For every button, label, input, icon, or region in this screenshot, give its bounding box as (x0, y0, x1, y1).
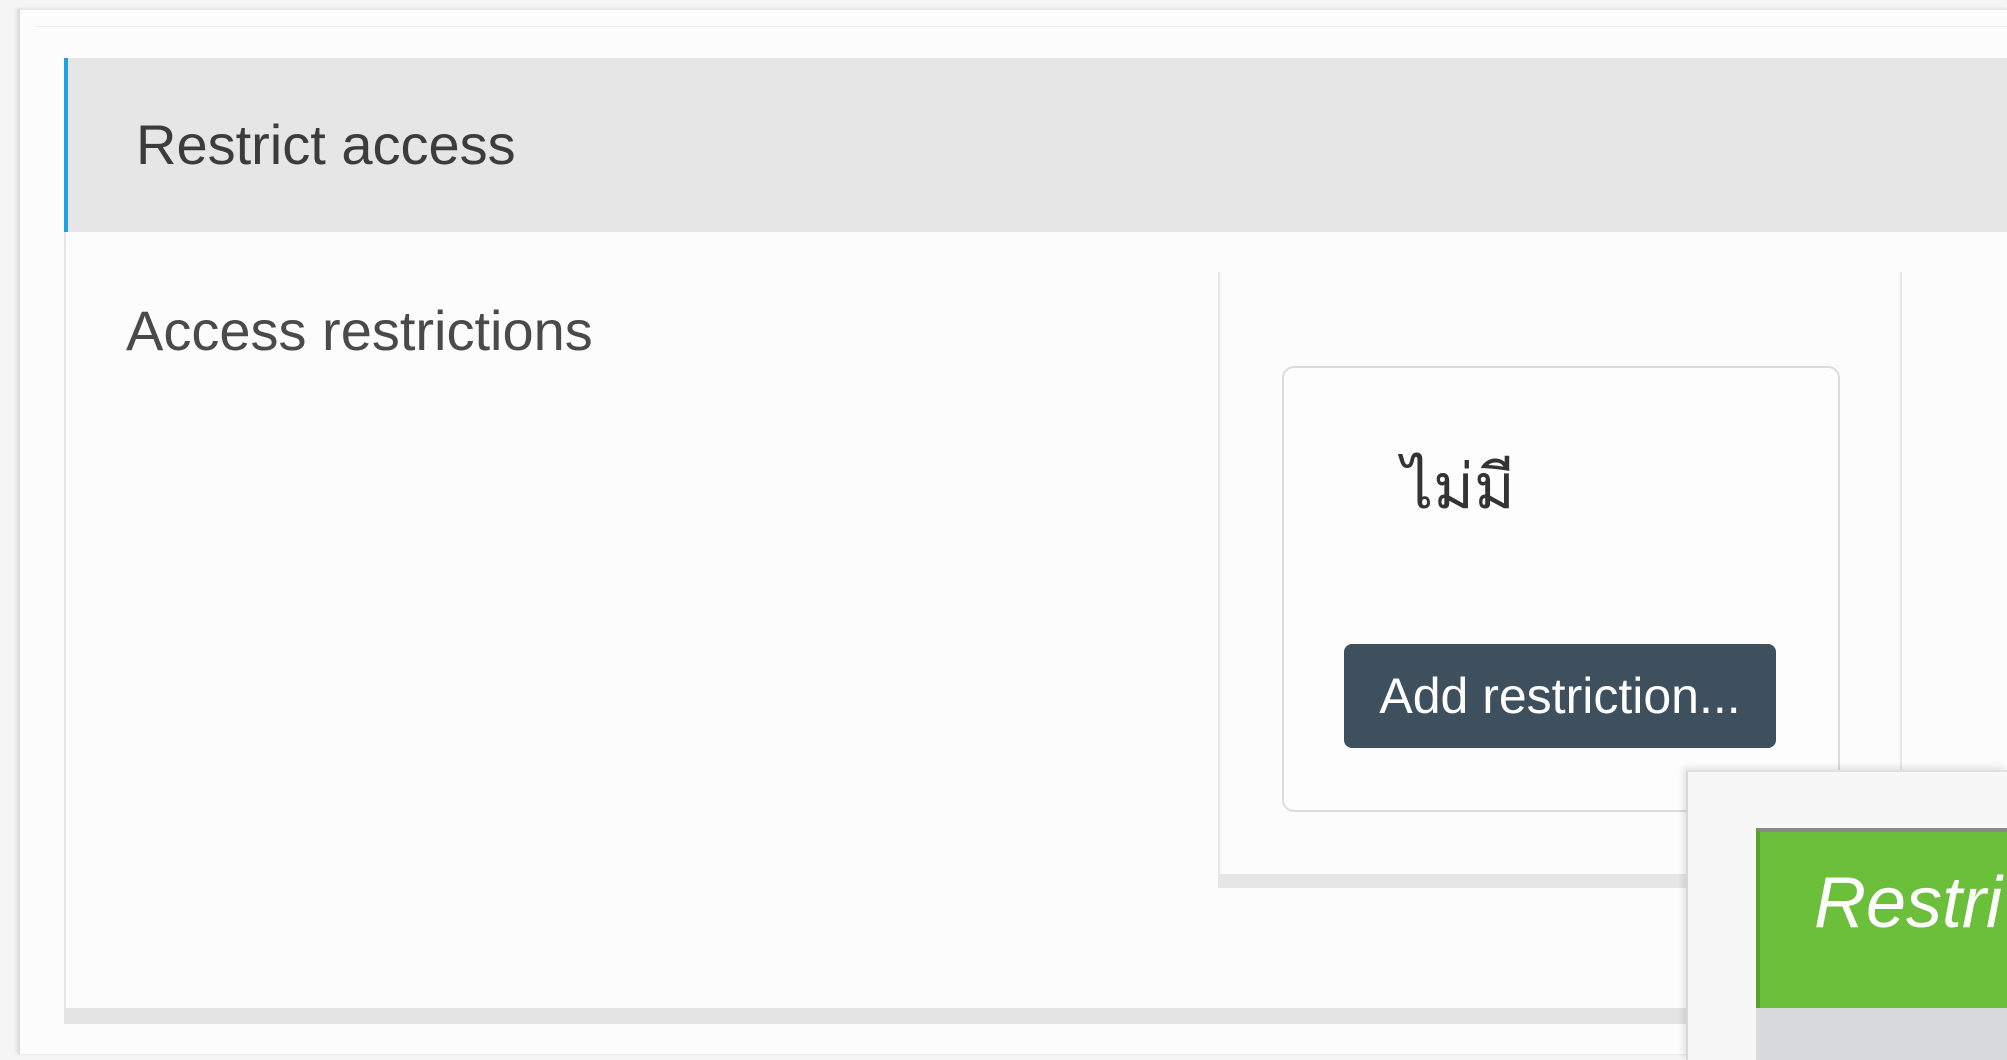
access-restrictions-label: Access restrictions (126, 299, 593, 362)
section-border (64, 232, 66, 1016)
section-title: Restrict access (136, 113, 516, 176)
restrictions-panel-footer (1218, 874, 1718, 888)
dialog-header: Restri (1756, 828, 2007, 1008)
dialog-title: Restri (1814, 863, 2003, 943)
add-restriction-button[interactable]: Add restriction... (1344, 644, 1776, 748)
section-header[interactable]: Restrict access (64, 58, 2007, 232)
no-restrictions-text: ไม่มี (1402, 450, 1515, 523)
dialog-body (1756, 1008, 2007, 1060)
card-divider (36, 26, 2007, 27)
restriction-dialog: Restri (1686, 770, 2007, 1060)
